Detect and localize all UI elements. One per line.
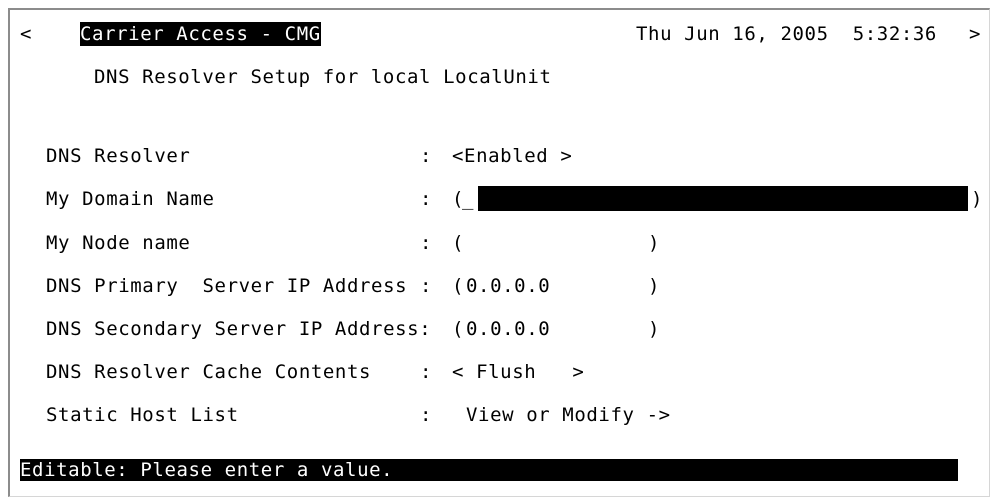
status-bar: Editable: Please enter a value. <box>20 459 958 481</box>
secondary-ip-open-paren: ( <box>452 318 465 340</box>
status-message: Editable: Please enter a value. <box>20 459 394 481</box>
node-name-input[interactable] <box>466 229 646 255</box>
field-label-static-host-list: Static Host List <box>46 404 239 426</box>
field-label-dns-resolver: DNS Resolver <box>46 145 191 167</box>
field-separator: : <box>420 361 433 383</box>
app-title: Carrier Access - CMG <box>80 22 321 46</box>
flush-cache-option[interactable]: < Flush > <box>452 360 584 384</box>
primary-ip-close-paren: ) <box>648 275 661 297</box>
field-label-domain-name: My Domain Name <box>46 188 215 210</box>
field-label-cache-contents: DNS Resolver Cache Contents <box>46 361 372 383</box>
primary-ip-input[interactable]: 0.0.0.0 <box>466 274 550 298</box>
field-separator: : <box>420 404 433 426</box>
field-label-secondary-ip: DNS Secondary Server IP Address: <box>46 318 432 340</box>
field-separator: : <box>420 275 433 297</box>
field-separator: : <box>420 145 433 167</box>
view-modify-host-list-link[interactable]: View or Modify -> <box>466 403 671 427</box>
field-label-node-name: My Node name <box>46 232 191 254</box>
node-name-open-paren: ( <box>452 232 465 254</box>
secondary-ip-input[interactable]: 0.0.0.0 <box>466 317 550 341</box>
field-label-primary-ip: DNS Primary Server IP Address <box>46 275 408 297</box>
field-separator: : <box>420 188 433 210</box>
node-name-close-paren: ) <box>648 232 661 254</box>
dns-resolver-toggle[interactable]: <Enabled > <box>452 144 572 168</box>
datetime: Thu Jun 16, 2005 5:32:36 <box>636 23 937 45</box>
secondary-ip-close-paren: ) <box>648 318 661 340</box>
domain-name-input[interactable] <box>478 186 968 211</box>
nav-left-arrow[interactable]: < <box>20 22 32 46</box>
field-separator: : <box>420 232 433 254</box>
nav-right-arrow[interactable]: > <box>969 22 981 46</box>
page-title: DNS Resolver Setup for local LocalUnit <box>94 66 552 88</box>
text-cursor: _ <box>462 188 475 210</box>
primary-ip-open-paren: ( <box>452 275 465 297</box>
domain-name-close-paren: ) <box>971 188 984 210</box>
